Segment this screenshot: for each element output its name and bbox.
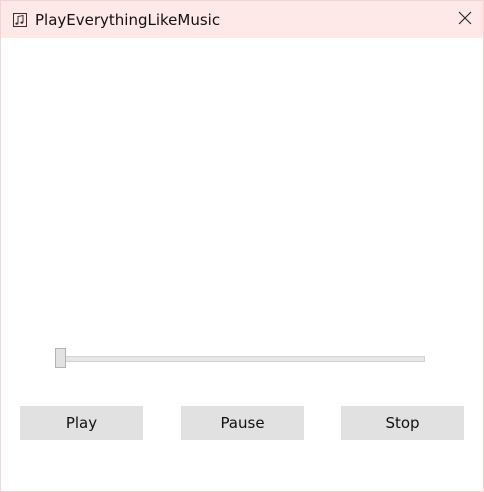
play-button[interactable]: Play — [20, 406, 143, 440]
close-icon — [458, 10, 472, 29]
pause-button[interactable]: Pause — [181, 406, 304, 440]
title-bar[interactable]: PlayEverythingLikeMusic — [1, 1, 483, 38]
music-note-icon — [12, 12, 28, 28]
slider-thumb[interactable] — [55, 348, 66, 368]
close-button[interactable] — [447, 1, 483, 38]
window-title: PlayEverythingLikeMusic — [35, 11, 221, 29]
app-window: PlayEverythingLikeMusic Play Pause Stop — [0, 0, 484, 492]
slider-track[interactable] — [55, 356, 425, 362]
position-slider[interactable] — [55, 347, 425, 371]
stop-button[interactable]: Stop — [341, 406, 464, 440]
